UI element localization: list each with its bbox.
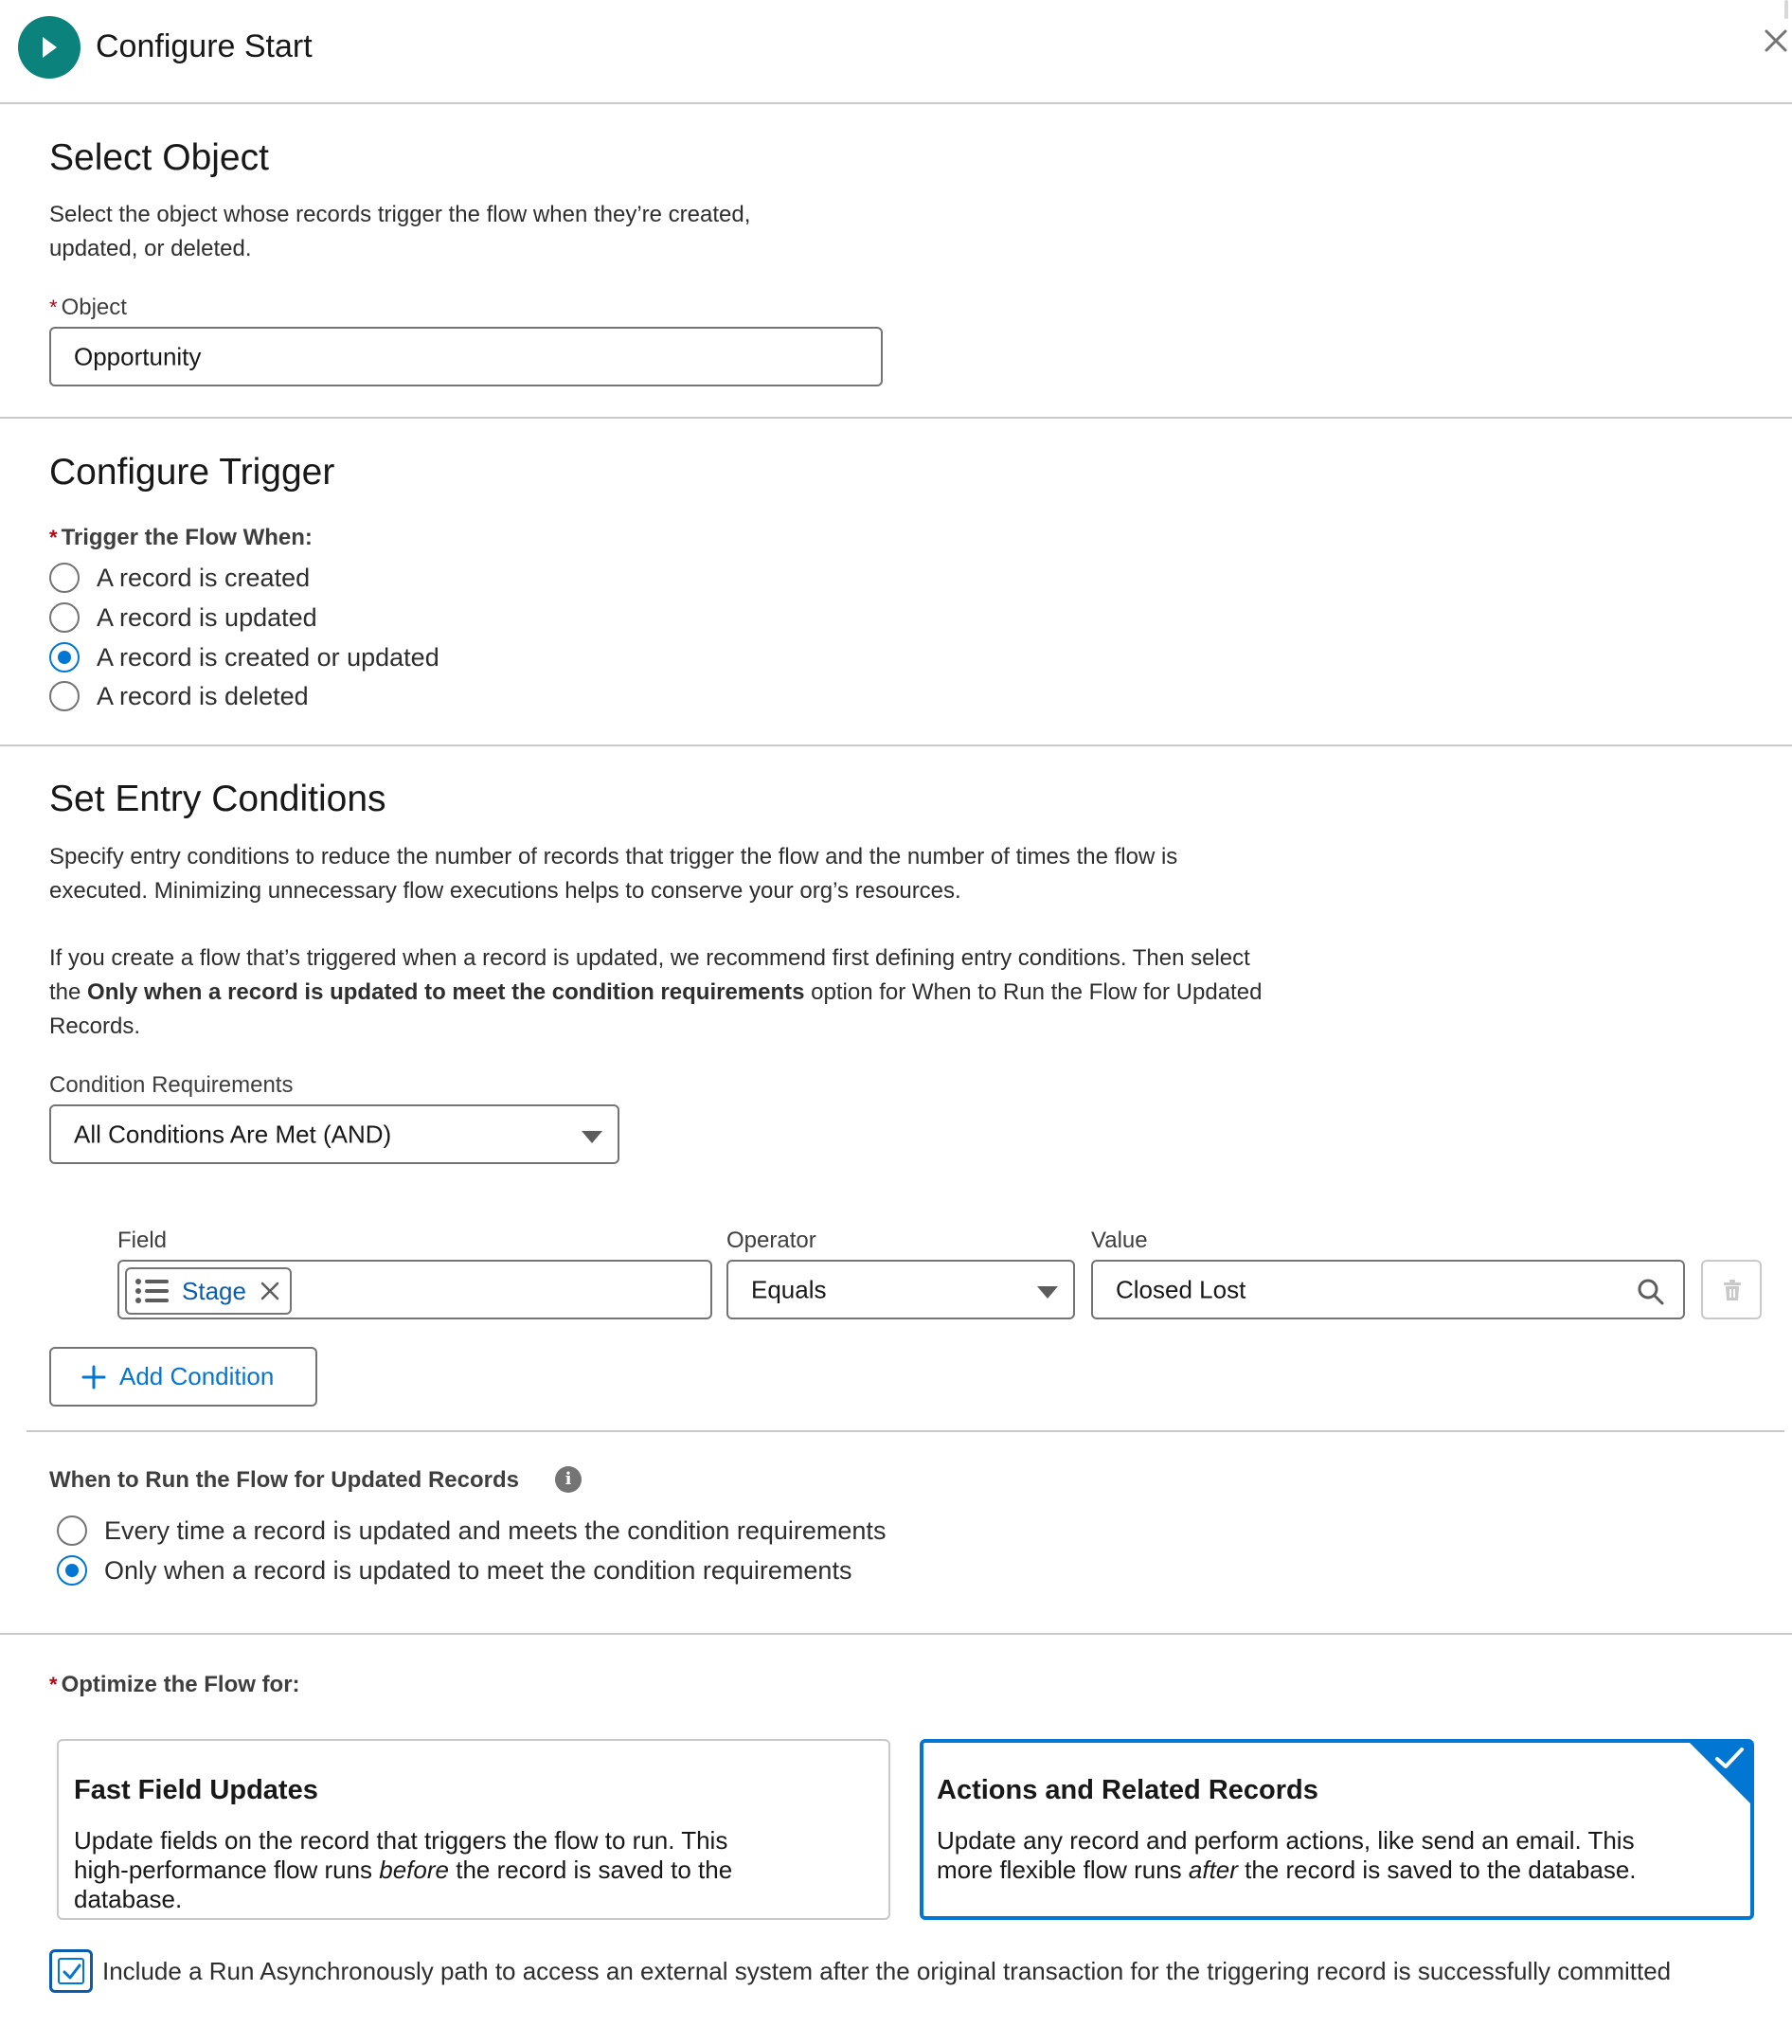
operator-value: Equals: [751, 1275, 827, 1303]
card-title: Actions and Related Records: [937, 1775, 1318, 1805]
add-icon: [81, 1365, 106, 1389]
radio-record-created[interactable]: A record is created: [49, 562, 310, 594]
entry-conditions-para2-line2: the Only when a record is updated to mee…: [49, 979, 1263, 1005]
check-icon: [1715, 1748, 1744, 1768]
radio-label: A record is updated: [97, 602, 317, 632]
section-divider: [27, 1430, 1784, 1432]
trash-icon: [1724, 1280, 1741, 1300]
value-value: Closed Lost: [1116, 1275, 1246, 1303]
fast-field-updates-card[interactable]: Fast Field Updates Update fields on the …: [57, 1739, 890, 1920]
operator-label: Operator: [726, 1228, 816, 1253]
radio-button[interactable]: [57, 1515, 87, 1546]
trigger-when-label: * Trigger the Flow When:: [49, 525, 313, 550]
actions-related-records-card[interactable]: Actions and Related Records Update any r…: [920, 1739, 1754, 1920]
delete-condition-button[interactable]: [1701, 1260, 1762, 1319]
condition-field-input[interactable]: Stage: [117, 1260, 712, 1319]
modal-header: Configure Start: [0, 0, 1792, 104]
object-value: Opportunity: [74, 342, 202, 370]
radio-button-selected[interactable]: [49, 642, 80, 672]
chevron-down-icon: [582, 1131, 602, 1143]
list-icon: [135, 1279, 169, 1303]
field-pill-label: Stage: [182, 1276, 246, 1305]
required-marker: *: [49, 526, 58, 549]
value-input[interactable]: Closed Lost: [1091, 1260, 1685, 1319]
required-marker: *: [49, 296, 58, 319]
radio-label: A record is deleted: [97, 681, 309, 710]
card-description: Update fields on the record that trigger…: [74, 1826, 733, 1913]
entry-conditions-title: Set Entry Conditions: [49, 779, 386, 819]
condition-requirements-value: All Conditions Are Met (AND): [74, 1120, 392, 1148]
remove-pill-icon[interactable]: [260, 1281, 280, 1301]
select-object-description-line1: Select the object whose records trigger …: [49, 202, 751, 227]
radio-button[interactable]: [49, 681, 80, 711]
radio-label: Only when a record is updated to meet th…: [104, 1555, 852, 1585]
radio-label: A record is created or updated: [97, 642, 439, 672]
field-label: Field: [117, 1228, 168, 1253]
when-to-run-label: When to Run the Flow for Updated Records: [49, 1467, 519, 1493]
select-object-title: Select Object: [49, 137, 269, 178]
radio-button-selected[interactable]: [57, 1555, 87, 1586]
radio-record-deleted[interactable]: A record is deleted: [49, 680, 309, 712]
search-icon[interactable]: [1637, 1278, 1665, 1306]
object-field[interactable]: Opportunity: [49, 327, 883, 386]
radio-label: Every time a record is updated and meets…: [104, 1515, 887, 1545]
entry-conditions-para1-line1: Specify entry conditions to reduce the n…: [49, 844, 1178, 870]
radio-label: A record is created: [97, 563, 311, 592]
close-icon[interactable]: [1762, 27, 1790, 55]
field-pill: Stage: [125, 1267, 292, 1315]
radio-button[interactable]: [49, 602, 80, 633]
radio-record-updated[interactable]: A record is updated: [49, 601, 317, 634]
condition-requirements-label: Condition Requirements: [49, 1072, 294, 1098]
radio-only-when[interactable]: Only when a record is updated to meet th…: [57, 1554, 851, 1587]
chevron-down-icon: [1037, 1286, 1058, 1299]
scrollbar[interactable]: [1784, 0, 1788, 19]
condition-requirements-select[interactable]: All Conditions Are Met (AND): [49, 1104, 619, 1164]
checkbox-box: [58, 1958, 84, 1984]
add-condition-button[interactable]: Add Condition: [49, 1347, 317, 1407]
add-condition-label: Add Condition: [119, 1362, 275, 1390]
section-divider: [0, 1633, 1792, 1635]
entry-conditions-para1-line2: executed. Minimizing unnecessary flow ex…: [49, 878, 961, 904]
section-divider: [0, 744, 1792, 746]
operator-select[interactable]: Equals: [726, 1260, 1075, 1319]
card-description: Update any record and perform actions, l…: [937, 1826, 1637, 1884]
run-async-label: Include a Run Asynchronously path to acc…: [102, 1957, 1672, 1985]
check-icon: [63, 1963, 81, 1980]
radio-button[interactable]: [49, 563, 80, 593]
radio-record-created-or-updated[interactable]: A record is created or updated: [49, 641, 439, 673]
card-title: Fast Field Updates: [74, 1775, 318, 1805]
configure-trigger-title: Configure Trigger: [49, 452, 335, 493]
info-icon[interactable]: i: [555, 1466, 582, 1493]
entry-conditions-para2-line3: Records.: [49, 1013, 141, 1039]
radio-every-time[interactable]: Every time a record is updated and meets…: [57, 1515, 886, 1547]
section-divider: [0, 417, 1792, 419]
modal-title: Configure Start: [96, 28, 313, 64]
object-label: * Object: [49, 295, 127, 320]
required-marker: *: [49, 1673, 58, 1696]
value-label: Value: [1091, 1228, 1148, 1253]
entry-conditions-para2-line1: If you create a flow that’s triggered wh…: [49, 945, 1250, 971]
run-async-checkbox[interactable]: [49, 1949, 93, 1993]
play-icon: [18, 16, 81, 79]
optimize-label: * Optimize the Flow for:: [49, 1672, 300, 1697]
select-object-description-line2: updated, or deleted.: [49, 236, 252, 261]
